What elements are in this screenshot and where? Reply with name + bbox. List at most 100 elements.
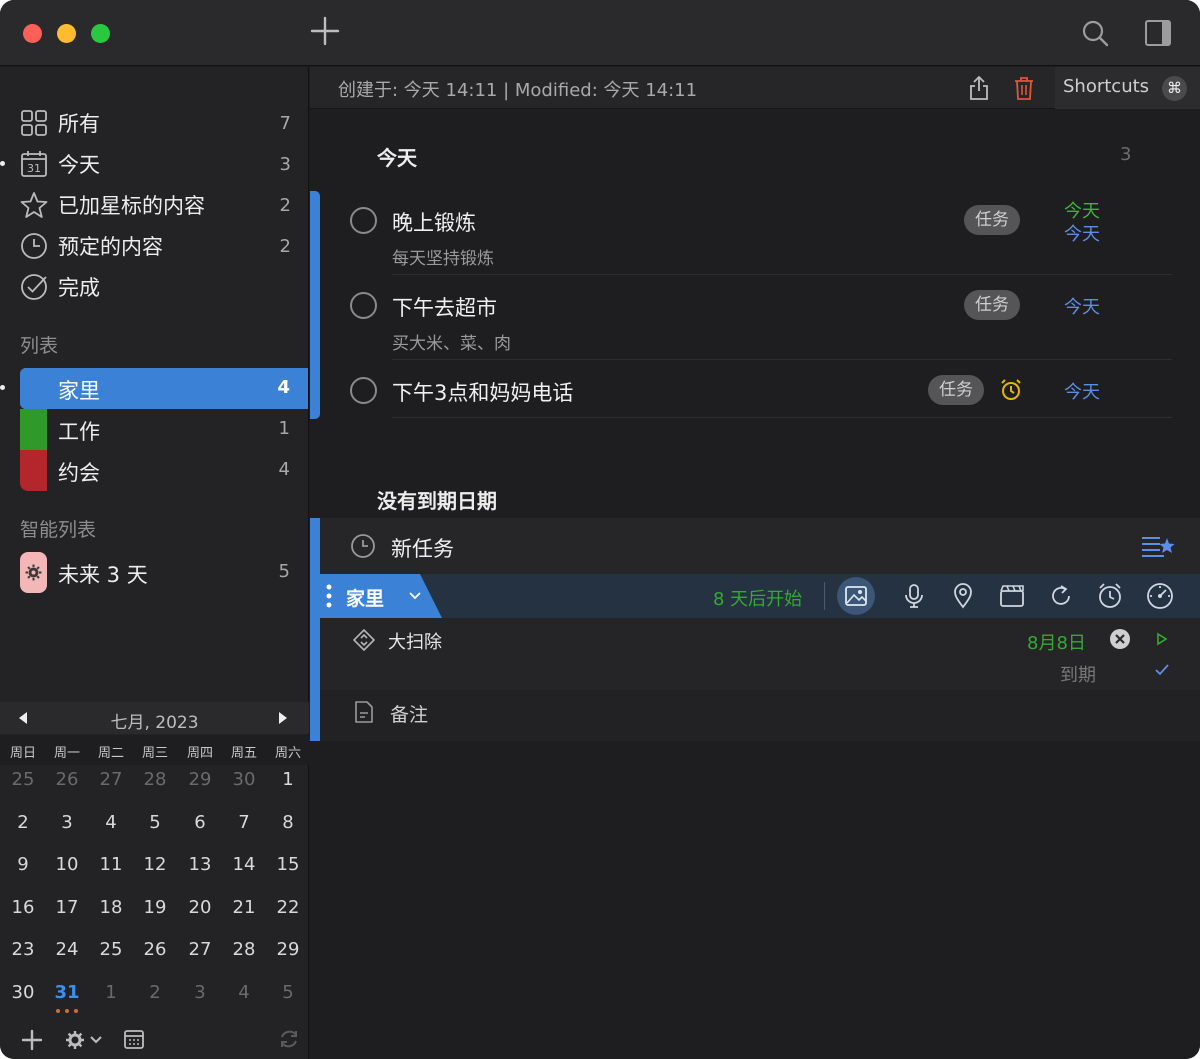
repeat-icon[interactable]	[1048, 583, 1074, 609]
task-tag[interactable]: 任务	[928, 375, 984, 405]
add-list-icon[interactable]	[20, 1028, 44, 1052]
sidebar-item-count: 3	[279, 153, 291, 175]
drag-handle-icon[interactable]	[326, 584, 332, 608]
list-star-icon[interactable]	[1140, 532, 1176, 560]
sidebar-toggle-icon[interactable]	[1143, 18, 1173, 48]
task-checkbox[interactable]	[350, 207, 377, 234]
calendar-day[interactable]: 14	[222, 854, 266, 875]
sidebar-item-count: 1	[278, 418, 290, 439]
calendar-day[interactable]: 27	[178, 939, 222, 960]
location-pin-icon[interactable]	[952, 583, 974, 609]
shortcuts-button[interactable]: Shortcuts ⌘	[1055, 67, 1200, 109]
calendar-day[interactable]: 11	[89, 854, 133, 875]
image-button[interactable]	[837, 577, 875, 615]
clear-date-button[interactable]	[1110, 629, 1130, 649]
calendar-day[interactable]: 6	[178, 812, 222, 833]
play-icon[interactable]	[1156, 632, 1168, 646]
calendar-day[interactable]: 3	[178, 982, 222, 1003]
calendar-day[interactable]: 17	[45, 897, 89, 918]
start-date-text[interactable]: 8 天后开始	[713, 585, 802, 611]
checkmark-icon[interactable]	[1154, 663, 1170, 677]
calendar-day[interactable]: 29	[266, 939, 310, 960]
alarm-clock-icon[interactable]	[1096, 582, 1124, 610]
calendar-day[interactable]: 25	[1, 769, 45, 790]
list-color-bar	[310, 518, 320, 741]
calendar-view-icon[interactable]	[123, 1028, 145, 1050]
calendar-day[interactable]: 26	[45, 769, 89, 790]
clapperboard-icon[interactable]	[999, 584, 1025, 608]
clock-icon	[351, 534, 375, 558]
calendar-day[interactable]: 22	[266, 897, 310, 918]
task-tag[interactable]: 任务	[964, 290, 1020, 320]
calendar-day[interactable]: 21	[222, 897, 266, 918]
new-task-title[interactable]: 新任务	[391, 533, 454, 563]
calendar-day[interactable]: 26	[133, 939, 177, 960]
calendar-day[interactable]: 19	[133, 897, 177, 918]
subtask-date[interactable]: 8月8日	[1027, 629, 1086, 655]
task-checkbox[interactable]	[350, 377, 377, 404]
calendar-day[interactable]: 12	[133, 854, 177, 875]
calendar-day[interactable]: 20	[178, 897, 222, 918]
calendar-day[interactable]: 30	[222, 769, 266, 790]
calendar-day[interactable]: 25	[89, 939, 133, 960]
calendar-day[interactable]: 13	[178, 854, 222, 875]
close-window-button[interactable]	[23, 24, 42, 43]
task-checkbox[interactable]	[350, 292, 377, 319]
calendar-day[interactable]: 4	[222, 982, 266, 1003]
sidebar-item-completed[interactable]: 完成	[0, 267, 309, 307]
star-icon	[20, 192, 48, 218]
gear-menu-icon[interactable]	[64, 1028, 104, 1052]
sidebar-list-dates[interactable]: 约会 4	[20, 450, 308, 491]
calendar-day[interactable]: 1	[89, 982, 133, 1003]
microphone-icon[interactable]	[902, 583, 926, 609]
calendar-day[interactable]: 5	[133, 812, 177, 833]
trash-icon[interactable]	[1013, 75, 1035, 101]
sidebar-item-all[interactable]: 所有 7	[0, 103, 309, 143]
subtask-title[interactable]: 大扫除	[388, 628, 442, 654]
calendar-day[interactable]: 15	[266, 854, 310, 875]
calendar-day[interactable]: 30	[1, 982, 45, 1003]
calendar-day[interactable]: 8	[266, 812, 310, 833]
next-month-icon[interactable]	[276, 710, 290, 726]
task-note: 买大米、菜、肉	[392, 334, 511, 354]
main-pane: 创建于: 今天 14:11 | Modified: 今天 14:11 Short…	[310, 67, 1200, 1059]
sidebar-item-label: 所有	[58, 112, 100, 136]
calendar-day[interactable]: 10	[45, 854, 89, 875]
sidebar-list-work[interactable]: 工作 1	[20, 409, 308, 450]
calendar-day[interactable]: 28	[133, 769, 177, 790]
sync-icon[interactable]	[278, 1028, 300, 1050]
sidebar-item-today[interactable]: 31 今天 3	[0, 144, 309, 184]
minimize-window-button[interactable]	[57, 24, 76, 43]
calendar-day[interactable]: 29	[178, 769, 222, 790]
sidebar-item-starred[interactable]: 已加星标的内容 2	[0, 185, 309, 225]
task-title: 下午3点和妈妈电话	[392, 381, 574, 405]
note-placeholder[interactable]: 备注	[390, 700, 428, 727]
calendar-day[interactable]: 2	[1, 812, 45, 833]
new-task-row[interactable]: 新任务	[320, 518, 1200, 574]
note-area[interactable]: 备注	[320, 689, 1200, 741]
task-tag[interactable]: 任务	[964, 205, 1020, 235]
calendar-day[interactable]: 2	[133, 982, 177, 1003]
sidebar-item-scheduled[interactable]: 预定的内容 2	[0, 226, 309, 266]
plus-icon[interactable]	[308, 14, 342, 48]
grid-icon	[21, 110, 47, 136]
calendar-day[interactable]: 4	[89, 812, 133, 833]
calendar-day[interactable]: 28	[222, 939, 266, 960]
calendar-day[interactable]: 9	[1, 854, 45, 875]
share-icon[interactable]	[967, 75, 991, 101]
calendar-day[interactable]: 27	[89, 769, 133, 790]
calendar-day[interactable]: 18	[89, 897, 133, 918]
calendar-day[interactable]: 3	[45, 812, 89, 833]
calendar-day[interactable]: 24	[45, 939, 89, 960]
duration-gauge-icon[interactable]	[1146, 582, 1174, 610]
sidebar-smartlist-next-3-days[interactable]: 未来 3 天 5	[20, 552, 308, 593]
calendar-day[interactable]: 16	[1, 897, 45, 918]
calendar-day[interactable]: 5	[266, 982, 310, 1003]
calendar-day[interactable]: 23	[1, 939, 45, 960]
calendar-day[interactable]: 31	[45, 982, 89, 1003]
calendar-day[interactable]: 1	[266, 769, 310, 790]
sidebar-list-home[interactable]: 家里 4	[20, 368, 308, 409]
calendar-day[interactable]: 7	[222, 812, 266, 833]
search-icon[interactable]	[1080, 18, 1110, 48]
zoom-window-button[interactable]	[91, 24, 110, 43]
